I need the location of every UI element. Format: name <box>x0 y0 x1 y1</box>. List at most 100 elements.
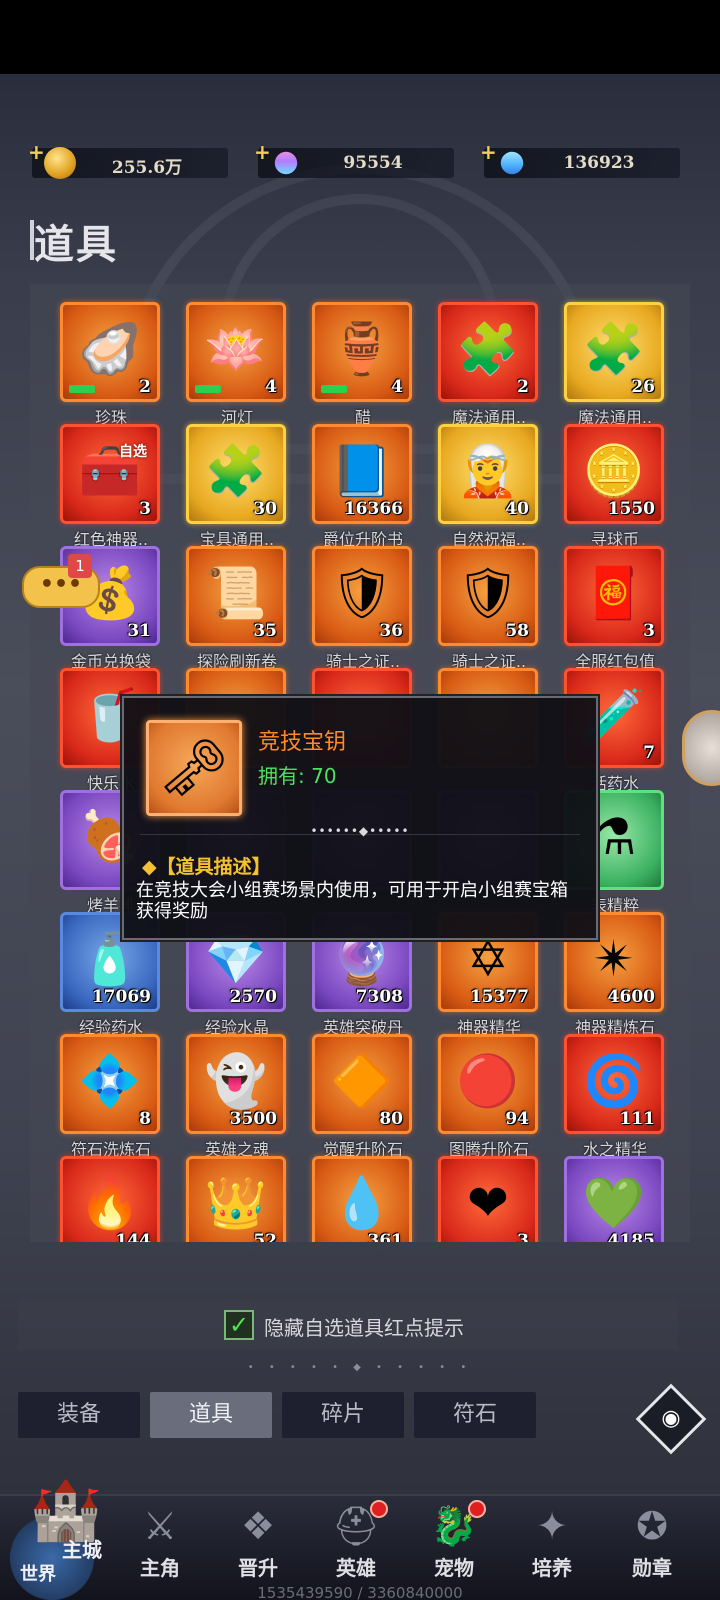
tooltip-divider-ornament: ••••••◆••••• <box>310 824 410 838</box>
item-slot[interactable]: 🦪 2 珍珠 <box>50 302 162 427</box>
tab-runes[interactable]: 符石 <box>414 1392 536 1438</box>
add-crystal-icon[interactable]: + <box>254 140 271 164</box>
item-slot[interactable]: 🔶 80 觉醒升阶石 <box>302 1034 414 1159</box>
item-slot[interactable]: 🔥 144 <box>50 1156 162 1242</box>
item-tile[interactable]: 🧧 3 <box>564 546 664 646</box>
nav-label: 英雄 <box>336 1556 376 1580</box>
dragon-head-icon: 🐉 <box>430 1504 478 1548</box>
item-tile[interactable]: 💚 4185 <box>564 1156 664 1242</box>
item-icon: 🧝 <box>456 442 520 500</box>
tab-fragments[interactable]: 碎片 <box>282 1392 404 1438</box>
side-menu-orb[interactable] <box>682 710 720 786</box>
item-tile[interactable]: 🔥 144 <box>60 1156 160 1242</box>
new-badge <box>69 385 95 393</box>
item-tile[interactable]: 📘 16366 <box>312 424 412 524</box>
item-slot[interactable]: 💚 4185 <box>554 1156 666 1242</box>
item-slot[interactable]: ❤ 3 <box>428 1156 540 1242</box>
currency-gold[interactable]: + 255.6万 <box>28 140 228 179</box>
item-slot[interactable]: 👻 3500 英雄之魂 <box>176 1034 288 1159</box>
item-tile[interactable]: 🧩 30 <box>186 424 286 524</box>
currency-diamond[interactable]: + 136923 <box>480 140 680 179</box>
add-gold-icon[interactable]: + <box>28 140 45 164</box>
hero-helmet-icon: ⚔ <box>142 1504 178 1548</box>
item-slot[interactable]: 💧 361 <box>302 1156 414 1242</box>
item-tile[interactable]: 🌀 111 <box>564 1034 664 1134</box>
compass-star-icon: ✦ <box>536 1504 568 1548</box>
page-title: 道具 <box>30 212 118 270</box>
item-slot[interactable]: 💰 31 金币兑换袋 <box>50 546 162 671</box>
item-slot[interactable]: 💠 8 符石洗炼石 <box>50 1034 162 1159</box>
item-icon: ❤ <box>467 1174 509 1232</box>
gold-amount: 255.6万 <box>111 158 183 178</box>
tab-items[interactable]: 道具 <box>150 1392 272 1438</box>
item-tag: 自选 <box>119 444 147 460</box>
tab-equipment[interactable]: 装备 <box>18 1392 140 1438</box>
item-count: 1550 <box>607 499 655 519</box>
currency-crystal[interactable]: + 95554 <box>254 140 454 179</box>
item-count: 26 <box>631 377 655 397</box>
gold-coin-icon <box>44 147 76 179</box>
item-count: 36 <box>379 621 403 641</box>
hide-red-dot-checkbox[interactable]: ✓ <box>224 1310 254 1340</box>
item-slot[interactable]: 🌀 111 水之精华 <box>554 1034 666 1159</box>
item-tile[interactable]: 🧩 2 <box>438 302 538 402</box>
nav-label: 宠物 <box>434 1556 474 1580</box>
item-tile[interactable]: 🧩 26 <box>564 302 664 402</box>
diamond-amount: 136923 <box>563 153 635 173</box>
item-tile[interactable]: 🧰 自选 3 <box>60 424 160 524</box>
item-slot[interactable]: 🪙 1550 寻球币 <box>554 424 666 549</box>
item-count: 30 <box>253 499 277 519</box>
knight-helmet-icon: ⛑ <box>331 1504 381 1548</box>
item-slot[interactable]: 📘 16366 爵位升阶书 <box>302 424 414 549</box>
item-count: 40 <box>505 499 529 519</box>
item-slot[interactable]: 👑 52 <box>176 1156 288 1242</box>
item-count: 3 <box>643 621 655 641</box>
item-slot[interactable]: 🧰 自选 3 红色神器.. <box>50 424 162 549</box>
view-toggle-button[interactable]: ◉ <box>635 1383 707 1455</box>
item-slot[interactable]: 🧧 3 全服红包值 <box>554 546 666 671</box>
add-diamond-icon[interactable]: + <box>480 140 497 164</box>
item-count: 58 <box>505 621 529 641</box>
item-slot[interactable]: 📜 35 探险刷新卷 <box>176 546 288 671</box>
item-tile[interactable]: 🪙 1550 <box>564 424 664 524</box>
item-tile[interactable]: 🔶 80 <box>312 1034 412 1134</box>
item-tile[interactable]: 💧 361 <box>312 1156 412 1242</box>
tooltip-item-name: 竞技宝钥 <box>258 730 347 755</box>
item-tile[interactable]: 📜 35 <box>186 546 286 646</box>
item-tile[interactable]: 🏺 4 <box>312 302 412 402</box>
item-slot[interactable]: 🧩 30 宝具通用.. <box>176 424 288 549</box>
item-tile[interactable]: 🦪 2 <box>60 302 160 402</box>
new-badge <box>321 385 347 393</box>
rainbow-crystal-icon <box>270 147 302 179</box>
diamond-icon <box>496 147 528 179</box>
tooltip-description: 在竞技大会小组赛场景内使用，可用于开启小组赛宝箱获得奖励 <box>136 880 568 922</box>
item-slot[interactable]: 🏺 4 醋 <box>302 302 414 427</box>
item-count: 361 <box>367 1231 404 1242</box>
item-slot[interactable]: 🔴 94 图腾升阶石 <box>428 1034 540 1159</box>
item-count: 52 <box>253 1231 277 1242</box>
item-slot[interactable]: 🪷 4 河灯 <box>176 302 288 427</box>
notification-dot <box>370 1500 388 1518</box>
item-tile[interactable]: 🛡 58 <box>438 546 538 646</box>
item-tile[interactable]: 🧝 40 <box>438 424 538 524</box>
item-slot[interactable]: 🧩 26 魔法通用.. <box>554 302 666 427</box>
item-icon: 🧩 <box>582 320 646 378</box>
item-slot[interactable]: 🛡 58 骑士之证.. <box>428 546 540 671</box>
main-city-button[interactable]: 🏰 主城 世界 <box>8 1470 120 1600</box>
item-tooltip: 🗝 竞技宝钥 拥有: 70 ••••••◆••••• ◆【道具描述】 在竞技大会… <box>122 696 598 940</box>
tooltip-owned-count: 拥有: 70 <box>258 764 337 788</box>
item-count: 17069 <box>91 987 151 1007</box>
item-tile[interactable]: 💠 8 <box>60 1034 160 1134</box>
item-slot[interactable]: 🧩 2 魔法通用.. <box>428 302 540 427</box>
item-slot[interactable]: 🛡 36 骑士之证.. <box>302 546 414 671</box>
item-icon: 🌀 <box>582 1052 646 1110</box>
item-tile[interactable]: ❤ 3 <box>438 1156 538 1242</box>
item-tile[interactable]: 🛡 36 <box>312 546 412 646</box>
item-count: 111 <box>619 1109 656 1129</box>
item-slot[interactable]: 🧝 40 自然祝福.. <box>428 424 540 549</box>
item-tile[interactable]: 👑 52 <box>186 1156 286 1242</box>
item-tile[interactable]: 🪷 4 <box>186 302 286 402</box>
item-icon: 🛡 <box>330 564 394 622</box>
item-tile[interactable]: 👻 3500 <box>186 1034 286 1134</box>
item-tile[interactable]: 🔴 94 <box>438 1034 538 1134</box>
